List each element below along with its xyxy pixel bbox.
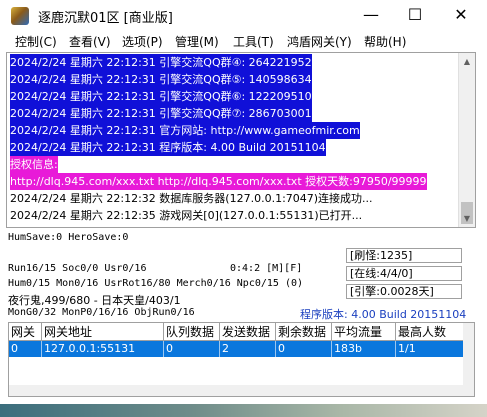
online-count: [在线:4/4/0]: [346, 266, 462, 281]
log-line: http://dlq.945.com/xxx.txt http://dlq.94…: [10, 173, 427, 190]
app-icon: [11, 7, 29, 25]
column-header[interactable]: 发送数据: [220, 323, 276, 341]
column-header[interactable]: 网关: [9, 323, 42, 341]
log-line: 2024/2/24 星期六 22:12:31 引擎交流QQ群④: 2642219…: [10, 54, 312, 71]
log-scrollbar[interactable]: ▲ ▼: [458, 53, 475, 227]
table-row[interactable]: 0 127.0.0.1:55131 0 2 0 183b 1/1: [9, 341, 464, 357]
table-cell: 0: [276, 341, 332, 357]
menu-bar: 控制(C) 查看(V) 选项(P) 管理(M) 工具(T) 鸿盾网关(Y) 帮助…: [0, 32, 487, 51]
refresh-count: [刷怪:1235]: [346, 248, 462, 263]
save-status: HumSave:0 HeroSave:0: [8, 232, 129, 243]
menu-tools[interactable]: 工具(T): [233, 33, 274, 50]
menu-help[interactable]: 帮助(H): [364, 33, 406, 50]
table-cell: 1/1: [396, 341, 464, 357]
table-vertical-scrollbar[interactable]: [463, 323, 474, 396]
run-status: Run16/15 Soc0/0 Usr0/16: [8, 263, 147, 274]
table-cell: 183b: [332, 341, 396, 357]
log-line: 2024/2/24 星期六 22:12:32 数据库服务器(127.0.0.1:…: [10, 192, 373, 205]
table-cell: 0: [164, 341, 220, 357]
menu-options[interactable]: 选项(P): [122, 33, 163, 50]
column-header[interactable]: 队列数据: [164, 323, 220, 341]
monster-status: 夜行鬼,499/680 - 日本天皇/403/1: [8, 294, 181, 307]
desktop-background: [0, 404, 487, 417]
table-cell: 2: [220, 341, 276, 357]
log-line: 2024/2/24 星期六 22:12:35 游戏网关[0](127.0.0.1…: [10, 209, 363, 222]
log-line: 2024/2/24 星期六 22:12:31 引擎交流QQ群⑤: 1405986…: [10, 71, 312, 88]
menu-view[interactable]: 查看(V): [69, 33, 111, 50]
hum-status: Hum0/15 Mon0/16 UsrRot16/80 Merch0/16 Np…: [8, 278, 304, 289]
menu-control[interactable]: 控制(C): [15, 33, 57, 50]
column-header[interactable]: 平均流量: [332, 323, 396, 341]
log-line: 2024/2/24 星期六 22:12:31 程序版本: 4.00 Build …: [10, 139, 326, 156]
menu-manage[interactable]: 管理(M): [175, 33, 219, 50]
uptime-status: 0:4:2 [M][F]: [230, 263, 303, 274]
scroll-down-icon[interactable]: ▼: [459, 210, 475, 227]
table-cell: 0: [9, 341, 42, 357]
column-header[interactable]: 最高人数: [396, 323, 464, 341]
column-header[interactable]: 网关地址: [42, 323, 164, 341]
gateway-table[interactable]: 网关 网关地址 队列数据 发送数据 剩余数据 平均流量 最高人数 0 127.0…: [8, 322, 475, 397]
scroll-up-icon[interactable]: ▲: [459, 53, 475, 70]
log-line: 2024/2/24 星期六 22:12:31 引擎交流QQ群⑥: 1222095…: [10, 88, 312, 105]
title-bar: 逐鹿沉默01区 [商业版] — ☐ ✕: [0, 0, 487, 32]
version-label: 程序版本: 4.00 Build 20151104: [300, 308, 467, 321]
log-line: 2024/2/24 星期六 22:12:31 官方网站: http://www.…: [10, 122, 360, 139]
maximize-button[interactable]: ☐: [392, 0, 438, 32]
minimize-button[interactable]: —: [348, 0, 394, 32]
table-horizontal-scrollbar[interactable]: [9, 385, 464, 396]
log-line: 授权信息:: [10, 156, 58, 173]
column-header[interactable]: 剩余数据: [276, 323, 332, 341]
engine-days: [引擎:0.0028天]: [346, 284, 462, 299]
mongen-status: MonG0/32 MonP0/16/16 ObjRun0/16: [8, 307, 195, 318]
table-cell: 127.0.0.1:55131: [42, 341, 164, 357]
window-title: 逐鹿沉默01区 [商业版]: [38, 11, 173, 26]
log-panel[interactable]: 2024/2/24 星期六 22:12:31 引擎交流QQ群④: 2642219…: [6, 52, 476, 228]
menu-gateway[interactable]: 鸿盾网关(Y): [287, 33, 352, 50]
close-button[interactable]: ✕: [438, 0, 484, 32]
log-line: 2024/2/24 星期六 22:12:31 引擎交流QQ群⑦: 2867030…: [10, 105, 312, 122]
